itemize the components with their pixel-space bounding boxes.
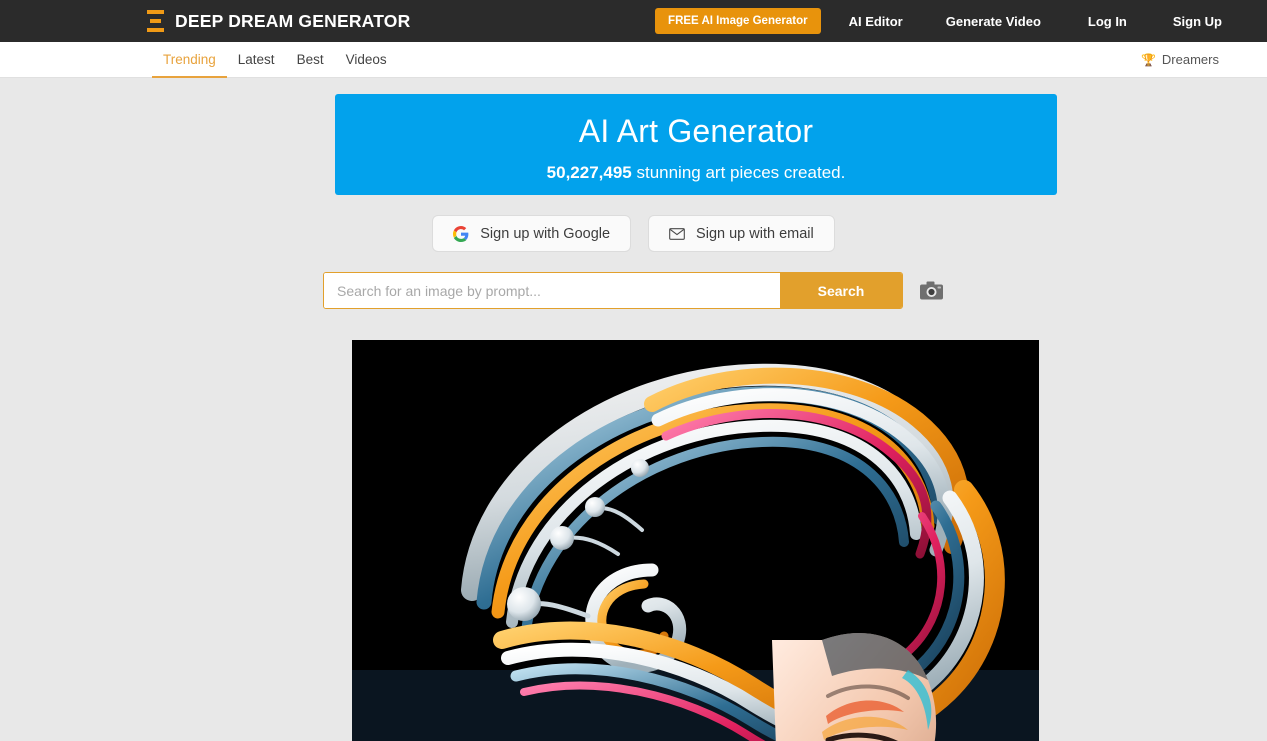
featured-artwork-image: [352, 340, 1039, 741]
search-section: Search: [0, 272, 1267, 309]
tab-best[interactable]: Best: [286, 42, 335, 78]
brand-name: DEEP DREAM GENERATOR: [175, 10, 411, 31]
hero-banner: AI Art Generator 50,227,495 stunning art…: [335, 94, 1057, 195]
search-button[interactable]: Search: [780, 273, 902, 308]
sign-up-with-google-label: Sign up with Google: [480, 225, 611, 242]
sign-up-with-email-label: Sign up with email: [696, 225, 814, 242]
dreamers-link[interactable]: 🏆 Dreamers: [1141, 52, 1219, 67]
art-pieces-count-suffix: stunning art pieces created.: [631, 163, 846, 183]
trophy-icon: 🏆: [1140, 52, 1156, 67]
featured-artwork-card[interactable]: [352, 340, 1039, 741]
tab-videos[interactable]: Videos: [335, 42, 398, 78]
search-by-image-button[interactable]: [919, 280, 944, 302]
art-pieces-counter: 50,227,495 stunning art pieces created.: [335, 149, 1057, 183]
free-ai-image-generator-button[interactable]: FREE AI Image Generator: [655, 8, 821, 34]
sign-up-with-google-button[interactable]: Sign up with Google: [432, 215, 632, 252]
secondary-nav-bar: Trending Latest Best Videos 🏆 Dreamers: [0, 42, 1267, 78]
top-navigation: FREE AI Image Generator AI Editor Genera…: [655, 0, 1267, 42]
search-input[interactable]: [324, 273, 780, 308]
sign-up-with-email-button[interactable]: Sign up with email: [648, 215, 835, 252]
envelope-icon: [669, 227, 685, 240]
brand-logo[interactable]: DEEP DREAM GENERATOR: [147, 10, 410, 32]
hourglass-logo-icon: [147, 10, 164, 32]
search-box: Search: [323, 272, 903, 309]
tab-trending[interactable]: Trending: [152, 42, 227, 78]
dreamers-label: Dreamers: [1161, 52, 1219, 67]
nav-link-generate-video[interactable]: Generate Video: [946, 14, 1041, 29]
art-pieces-count: 50,227,495: [546, 163, 632, 183]
content-tabs: Trending Latest Best Videos: [152, 42, 398, 78]
tab-latest[interactable]: Latest: [227, 42, 286, 78]
signup-options: Sign up with Google Sign up with email: [0, 215, 1267, 252]
nav-link-log-in[interactable]: Log In: [1088, 14, 1127, 29]
page-title: AI Art Generator: [578, 113, 814, 149]
camera-icon: [920, 281, 943, 299]
google-g-icon: [453, 225, 469, 242]
top-header-bar: DEEP DREAM GENERATOR FREE AI Image Gener…: [0, 0, 1267, 42]
nav-link-ai-editor[interactable]: AI Editor: [849, 14, 903, 29]
nav-link-sign-up[interactable]: Sign Up: [1173, 14, 1222, 29]
